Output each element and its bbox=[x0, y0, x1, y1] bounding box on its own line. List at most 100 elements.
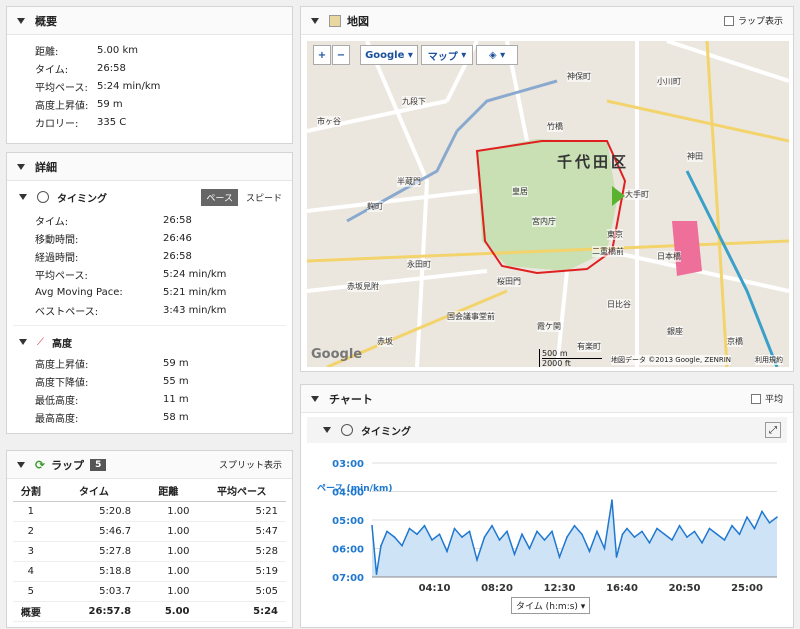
data-point bbox=[738, 533, 741, 536]
column-header: 平均ペース bbox=[197, 481, 286, 502]
y-axis-label: ペース (min/km) bbox=[317, 483, 392, 494]
data-point bbox=[581, 533, 583, 536]
map-label: 東京 bbox=[607, 229, 623, 240]
map-label: 霞ケ関 bbox=[537, 321, 561, 332]
collapse-icon[interactable] bbox=[323, 427, 331, 433]
collapse-icon[interactable] bbox=[19, 194, 27, 200]
map-label: 赤坂 bbox=[377, 336, 393, 347]
table-row[interactable]: 3 5:27.8 1.00 5:28 bbox=[13, 541, 286, 562]
zoom-out-button[interactable]: − bbox=[332, 45, 350, 65]
data-point bbox=[716, 533, 718, 536]
x-tick-label: 08:20 bbox=[481, 583, 513, 594]
collapse-icon[interactable] bbox=[311, 395, 319, 402]
map-label: 日比谷 bbox=[607, 299, 631, 310]
laps-panel: ⟳ ラップ 5 スプリット表示 分割 タイム 距離 平均ペース 1 5:20.8 1.00… bbox=[6, 450, 293, 628]
stat-label: 高度上昇値: bbox=[35, 359, 89, 371]
data-point bbox=[708, 527, 711, 530]
elevation-stats: 高度上昇値: 59 m 高度下降値: 55 m 最低高度: 11 m 最高高度: 58 m bbox=[7, 354, 292, 426]
summary-stats: 距離: 5.00 km タイム: 26:58 平均ペース: 5:24 min/km 高度上昇… bbox=[7, 35, 292, 131]
average-checkbox[interactable] bbox=[750, 393, 761, 404]
table-row[interactable]: 5 5:03.7 1.00 5:05 bbox=[13, 581, 286, 602]
data-point bbox=[513, 553, 516, 555]
chart-section-title: タイミング bbox=[361, 426, 411, 438]
map-panel: 地図 ラップ表示 市ヶ谷 九段下 竹橋 大手町 東京 日本橋 神田 半蔵門 麹町 永田町 赤坂見附 桜… bbox=[300, 6, 794, 372]
table-cell: 2 bbox=[13, 521, 49, 542]
summary-header[interactable]: 概要 bbox=[7, 7, 292, 35]
data-point bbox=[423, 524, 426, 527]
data-point bbox=[761, 510, 763, 513]
x-axis-select[interactable]: タイム (h:m:s) ▾ bbox=[511, 597, 591, 614]
chart-header[interactable]: チャート 平均 bbox=[301, 385, 793, 413]
stat-value: 3:43 min/km bbox=[163, 304, 227, 316]
lap-display-checkbox[interactable] bbox=[723, 15, 734, 26]
laps-table: 分割 タイム 距離 平均ペース 1 5:20.8 1.00 5:21 2 5:46.7 1.00 5… bbox=[13, 481, 286, 622]
expand-icon[interactable]: ⤢ bbox=[765, 422, 781, 438]
y-tick-label: 06:00 bbox=[332, 545, 364, 556]
data-point bbox=[701, 542, 703, 544]
data-point bbox=[491, 524, 493, 527]
stat-label: 高度下降値: bbox=[35, 377, 89, 389]
map-label: 神田 bbox=[687, 151, 703, 162]
stat-row: カロリー: 335 C bbox=[35, 113, 292, 131]
stat-row: 移動時間: 26:46 bbox=[35, 229, 292, 247]
split-view-link[interactable]: スプリット表示 bbox=[219, 458, 282, 471]
data-point bbox=[371, 524, 373, 527]
stat-label: 経過時間: bbox=[35, 252, 79, 264]
google-layer-button[interactable]: Google ▾ bbox=[360, 45, 418, 65]
table-cell: 1.00 bbox=[139, 561, 198, 582]
stat-value: 5:21 min/km bbox=[163, 286, 227, 298]
map-label: 赤坂見附 bbox=[347, 281, 379, 292]
clock-icon bbox=[37, 191, 49, 203]
map-canvas[interactable]: 市ヶ谷 九段下 竹橋 大手町 東京 日本橋 神田 半蔵門 麹町 永田町 赤坂見附 桜田門 霞ケ関 日比谷有… bbox=[307, 41, 789, 367]
collapse-icon[interactable] bbox=[17, 17, 25, 24]
table-row[interactable]: 1 5:20.8 1.00 5:21 bbox=[13, 501, 286, 522]
stat-row: タイム: 26:58 bbox=[35, 59, 292, 77]
data-point bbox=[566, 536, 568, 538]
table-row[interactable]: 4 5:18.8 1.00 5:19 bbox=[13, 561, 286, 582]
y-tick-label: 03:00 bbox=[332, 459, 364, 470]
stat-value: 26:58 bbox=[163, 214, 192, 226]
stat-row: 高度上昇値: 59 m bbox=[35, 354, 292, 372]
data-point bbox=[543, 539, 546, 541]
table-row[interactable]: 2 5:46.7 1.00 5:47 bbox=[13, 521, 286, 542]
stat-value: 11 m bbox=[163, 393, 189, 405]
table-cell: 5:27.8 bbox=[48, 541, 140, 562]
zoom-in-button[interactable]: + bbox=[313, 45, 331, 65]
data-point bbox=[483, 536, 486, 538]
lap-display-label: ラップ表示 bbox=[737, 17, 783, 27]
map-type-button[interactable]: マップ ▾ bbox=[421, 45, 473, 65]
collapse-icon[interactable] bbox=[311, 17, 319, 24]
timing-subheader[interactable]: タイミング ペース スピード bbox=[7, 185, 292, 209]
layers-button[interactable]: ◈ ▾ bbox=[476, 45, 518, 65]
chart-timing-subheader[interactable]: タイミング ⤢ bbox=[307, 417, 787, 443]
data-point bbox=[768, 522, 771, 524]
data-point bbox=[753, 527, 756, 530]
data-point bbox=[776, 516, 778, 518]
stat-value: 5:24 min/km bbox=[163, 268, 227, 280]
data-point bbox=[453, 527, 456, 530]
collapse-icon[interactable] bbox=[17, 163, 25, 170]
table-cell: 1.00 bbox=[139, 521, 198, 542]
collapse-icon[interactable] bbox=[19, 339, 27, 345]
map-label: 永田町 bbox=[407, 259, 431, 270]
pace-tab[interactable]: ペース bbox=[201, 188, 238, 206]
terms-link[interactable]: 利用規約 bbox=[755, 355, 783, 365]
data-point bbox=[596, 530, 598, 533]
map-attribution: 地図データ ©2013 Google, ZENRIN bbox=[611, 355, 732, 365]
stat-row: タイム: 26:58 bbox=[35, 211, 292, 229]
x-tick-label: 25:00 bbox=[731, 583, 763, 594]
stat-row: ベストペース: 3:43 min/km bbox=[35, 301, 292, 319]
data-point bbox=[416, 533, 418, 536]
total-cell: 概要 bbox=[13, 601, 49, 622]
details-header[interactable]: 詳細 bbox=[7, 153, 292, 181]
stat-value: 55 m bbox=[163, 375, 189, 387]
speed-tab[interactable]: スピード bbox=[238, 189, 292, 206]
layers-icon: ◈ bbox=[488, 49, 497, 61]
stat-row: 最高高度: 58 m bbox=[35, 408, 292, 426]
collapse-icon[interactable] bbox=[17, 461, 25, 468]
map-header[interactable]: 地図 ラップ表示 bbox=[301, 7, 793, 35]
elevation-subheader[interactable]: ⟋ 高度 bbox=[7, 330, 292, 354]
laps-header[interactable]: ⟳ ラップ 5 スプリット表示 bbox=[7, 451, 292, 479]
stat-label: 高度上昇値: bbox=[35, 100, 89, 112]
stat-value: 26:46 bbox=[163, 232, 192, 244]
